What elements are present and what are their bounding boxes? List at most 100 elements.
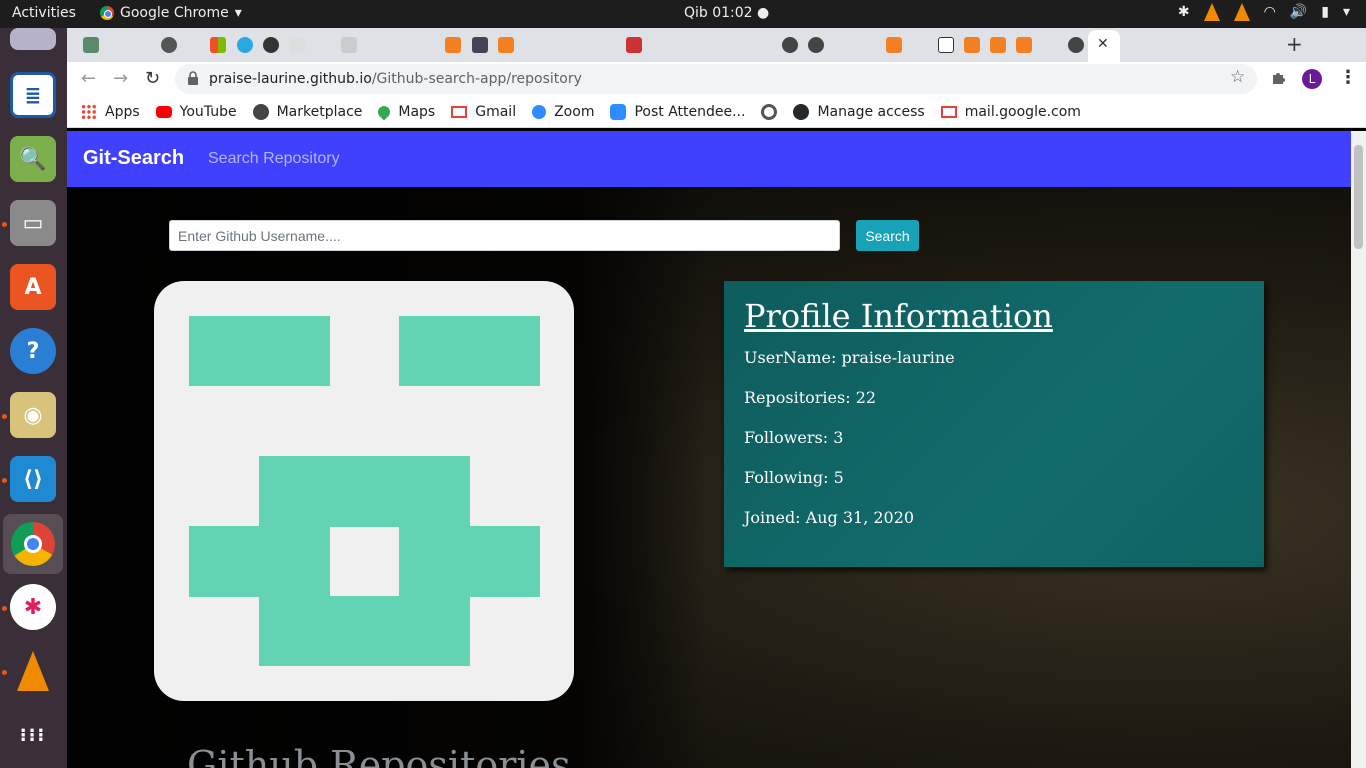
bookmark-star-icon[interactable]: ☆ — [1230, 67, 1245, 87]
clock[interactable]: Qib 01:02 ● — [684, 5, 769, 21]
bookmark-zoom[interactable]: Zoom — [532, 104, 594, 120]
volume-icon[interactable]: 🔊 — [1290, 4, 1307, 20]
power-menu-icon[interactable]: ▾ — [1343, 4, 1350, 20]
nav-search-repository[interactable]: Search Repository — [208, 150, 340, 168]
tab[interactable] — [157, 34, 181, 56]
chevron-down-icon: ▾ — [234, 5, 242, 21]
bookmark-manage-access[interactable]: Manage access — [793, 104, 925, 120]
bookmark-youtube[interactable]: YouTube — [155, 104, 237, 120]
forward-arrow-icon[interactable]: → — [113, 68, 128, 89]
tab[interactable] — [79, 34, 103, 56]
tab[interactable] — [233, 34, 257, 56]
microsoft-icon — [210, 37, 226, 53]
active-tab[interactable]: ✕ — [1088, 30, 1120, 62]
bookmark-label: Gmail — [475, 104, 517, 120]
bookmark-maps[interactable]: Maps — [375, 103, 435, 121]
identicon-block — [259, 596, 470, 666]
slack-icon[interactable]: ✱ — [10, 584, 56, 630]
tab-favicon-icon — [237, 37, 253, 53]
profile-heading: Profile Information — [744, 297, 1053, 335]
zoom-camera-icon — [610, 104, 627, 120]
activities-button[interactable]: Activities — [12, 5, 76, 21]
bookmarks-bar: Apps YouTube Marketplace Maps Gmail Zoom… — [67, 97, 1366, 128]
url-path: /Github-search-app/repository — [371, 71, 582, 87]
help-icon[interactable]: ? — [10, 328, 56, 374]
page-scrollbar[interactable] — [1351, 131, 1366, 768]
profile-avatar[interactable]: L — [1302, 69, 1322, 89]
software-center-icon[interactable]: A — [10, 264, 56, 310]
tab[interactable] — [259, 34, 283, 56]
bookmark-apps[interactable]: Apps — [81, 104, 140, 120]
tab[interactable] — [1064, 34, 1088, 56]
show-apps-icon[interactable]: ⁝⁝⁝ — [10, 712, 56, 758]
vlc-icon[interactable] — [10, 648, 56, 694]
username-search-input[interactable] — [169, 220, 840, 251]
bookmark-post-attendee[interactable]: Post Attendee... — [610, 104, 745, 120]
vscode-icon[interactable]: ⟨⟩ — [10, 456, 56, 502]
running-indicator — [2, 670, 7, 675]
text-editor-icon[interactable]: ≣ — [10, 72, 56, 118]
close-icon[interactable]: ✕ — [1097, 36, 1109, 52]
vlc-tray-icon[interactable] — [1203, 3, 1220, 21]
tab[interactable] — [441, 34, 465, 56]
running-indicator — [2, 414, 7, 419]
back-arrow-icon[interactable]: ← — [81, 68, 96, 89]
zoom-icon — [532, 105, 547, 119]
system-top-bar: Activities Google Chrome ▾ Qib 01:02 ● ✱… — [0, 0, 1366, 28]
bookmark-marketplace[interactable]: Marketplace — [252, 104, 363, 120]
extensions-puzzle-icon[interactable] — [1271, 70, 1287, 86]
github-icon — [161, 37, 177, 53]
system-tray[interactable]: ✱ ◠ 🔊 ▮ ▾ — [1178, 3, 1350, 21]
url-text: praise-laurine.github.io/Github-search-a… — [209, 71, 582, 87]
image-viewer-icon[interactable]: 🔍 — [10, 136, 56, 182]
wifi-icon[interactable]: ◠ — [1264, 4, 1276, 20]
bookmark-gmail[interactable]: Gmail — [451, 104, 516, 120]
new-tab-button[interactable]: + — [1286, 32, 1303, 56]
tab[interactable] — [934, 34, 958, 56]
tab[interactable] — [285, 34, 309, 56]
tab[interactable] — [337, 34, 361, 56]
file-manager-icon[interactable]: ▭ — [10, 200, 56, 246]
address-bar[interactable]: praise-laurine.github.io/Github-search-a… — [175, 64, 1257, 94]
gmail-icon — [626, 37, 642, 53]
vlc-tray-icon-2[interactable] — [1233, 3, 1250, 21]
site-brand[interactable]: Git-Search — [83, 147, 184, 170]
profile-repositories: Repositories: 22 — [744, 388, 877, 407]
tab[interactable] — [778, 34, 802, 56]
chrome-dock-icon[interactable] — [3, 514, 63, 574]
tab[interactable] — [494, 34, 518, 56]
slack-tray-icon[interactable]: ✱ — [1178, 4, 1190, 20]
bookmark-label: Marketplace — [276, 104, 363, 120]
bookmark-label: YouTube — [179, 104, 237, 120]
mail-app-icon[interactable] — [10, 28, 56, 50]
app-menu[interactable]: Google Chrome ▾ — [100, 5, 242, 21]
identicon-block — [259, 456, 470, 527]
tab[interactable] — [468, 34, 492, 56]
bookmark-label: Zoom — [554, 104, 595, 120]
search-button[interactable]: Search — [856, 220, 919, 251]
stackoverflow-icon — [1016, 37, 1032, 53]
tab[interactable] — [206, 34, 230, 56]
tab-favicon-icon — [83, 37, 99, 53]
battery-icon[interactable]: ▮ — [1321, 4, 1329, 20]
tab[interactable] — [986, 34, 1010, 56]
scrollbar-thumb[interactable] — [1354, 145, 1363, 249]
profile-followers: Followers: 3 — [744, 428, 844, 447]
kebab-menu-icon[interactable]: ⋮ — [1339, 67, 1357, 88]
tab[interactable] — [960, 34, 984, 56]
tab[interactable] — [804, 34, 828, 56]
bookmark-label: mail.google.com — [964, 104, 1081, 120]
running-indicator — [2, 478, 7, 483]
tab-favicon-icon — [472, 37, 488, 53]
tab[interactable] — [882, 34, 906, 56]
reload-icon[interactable]: ↻ — [145, 68, 160, 89]
bookmark-label: Post Attendee... — [634, 104, 746, 120]
tab[interactable] — [1012, 34, 1036, 56]
bookmark-unnamed[interactable] — [761, 104, 778, 120]
speaker-app-icon[interactable]: ◉ — [10, 392, 56, 438]
tab[interactable] — [622, 34, 646, 56]
bookmark-mail-google[interactable]: mail.google.com — [940, 104, 1081, 120]
apps-grid-icon — [81, 104, 97, 120]
gmail-icon — [451, 106, 468, 118]
gmail-icon — [940, 106, 957, 118]
